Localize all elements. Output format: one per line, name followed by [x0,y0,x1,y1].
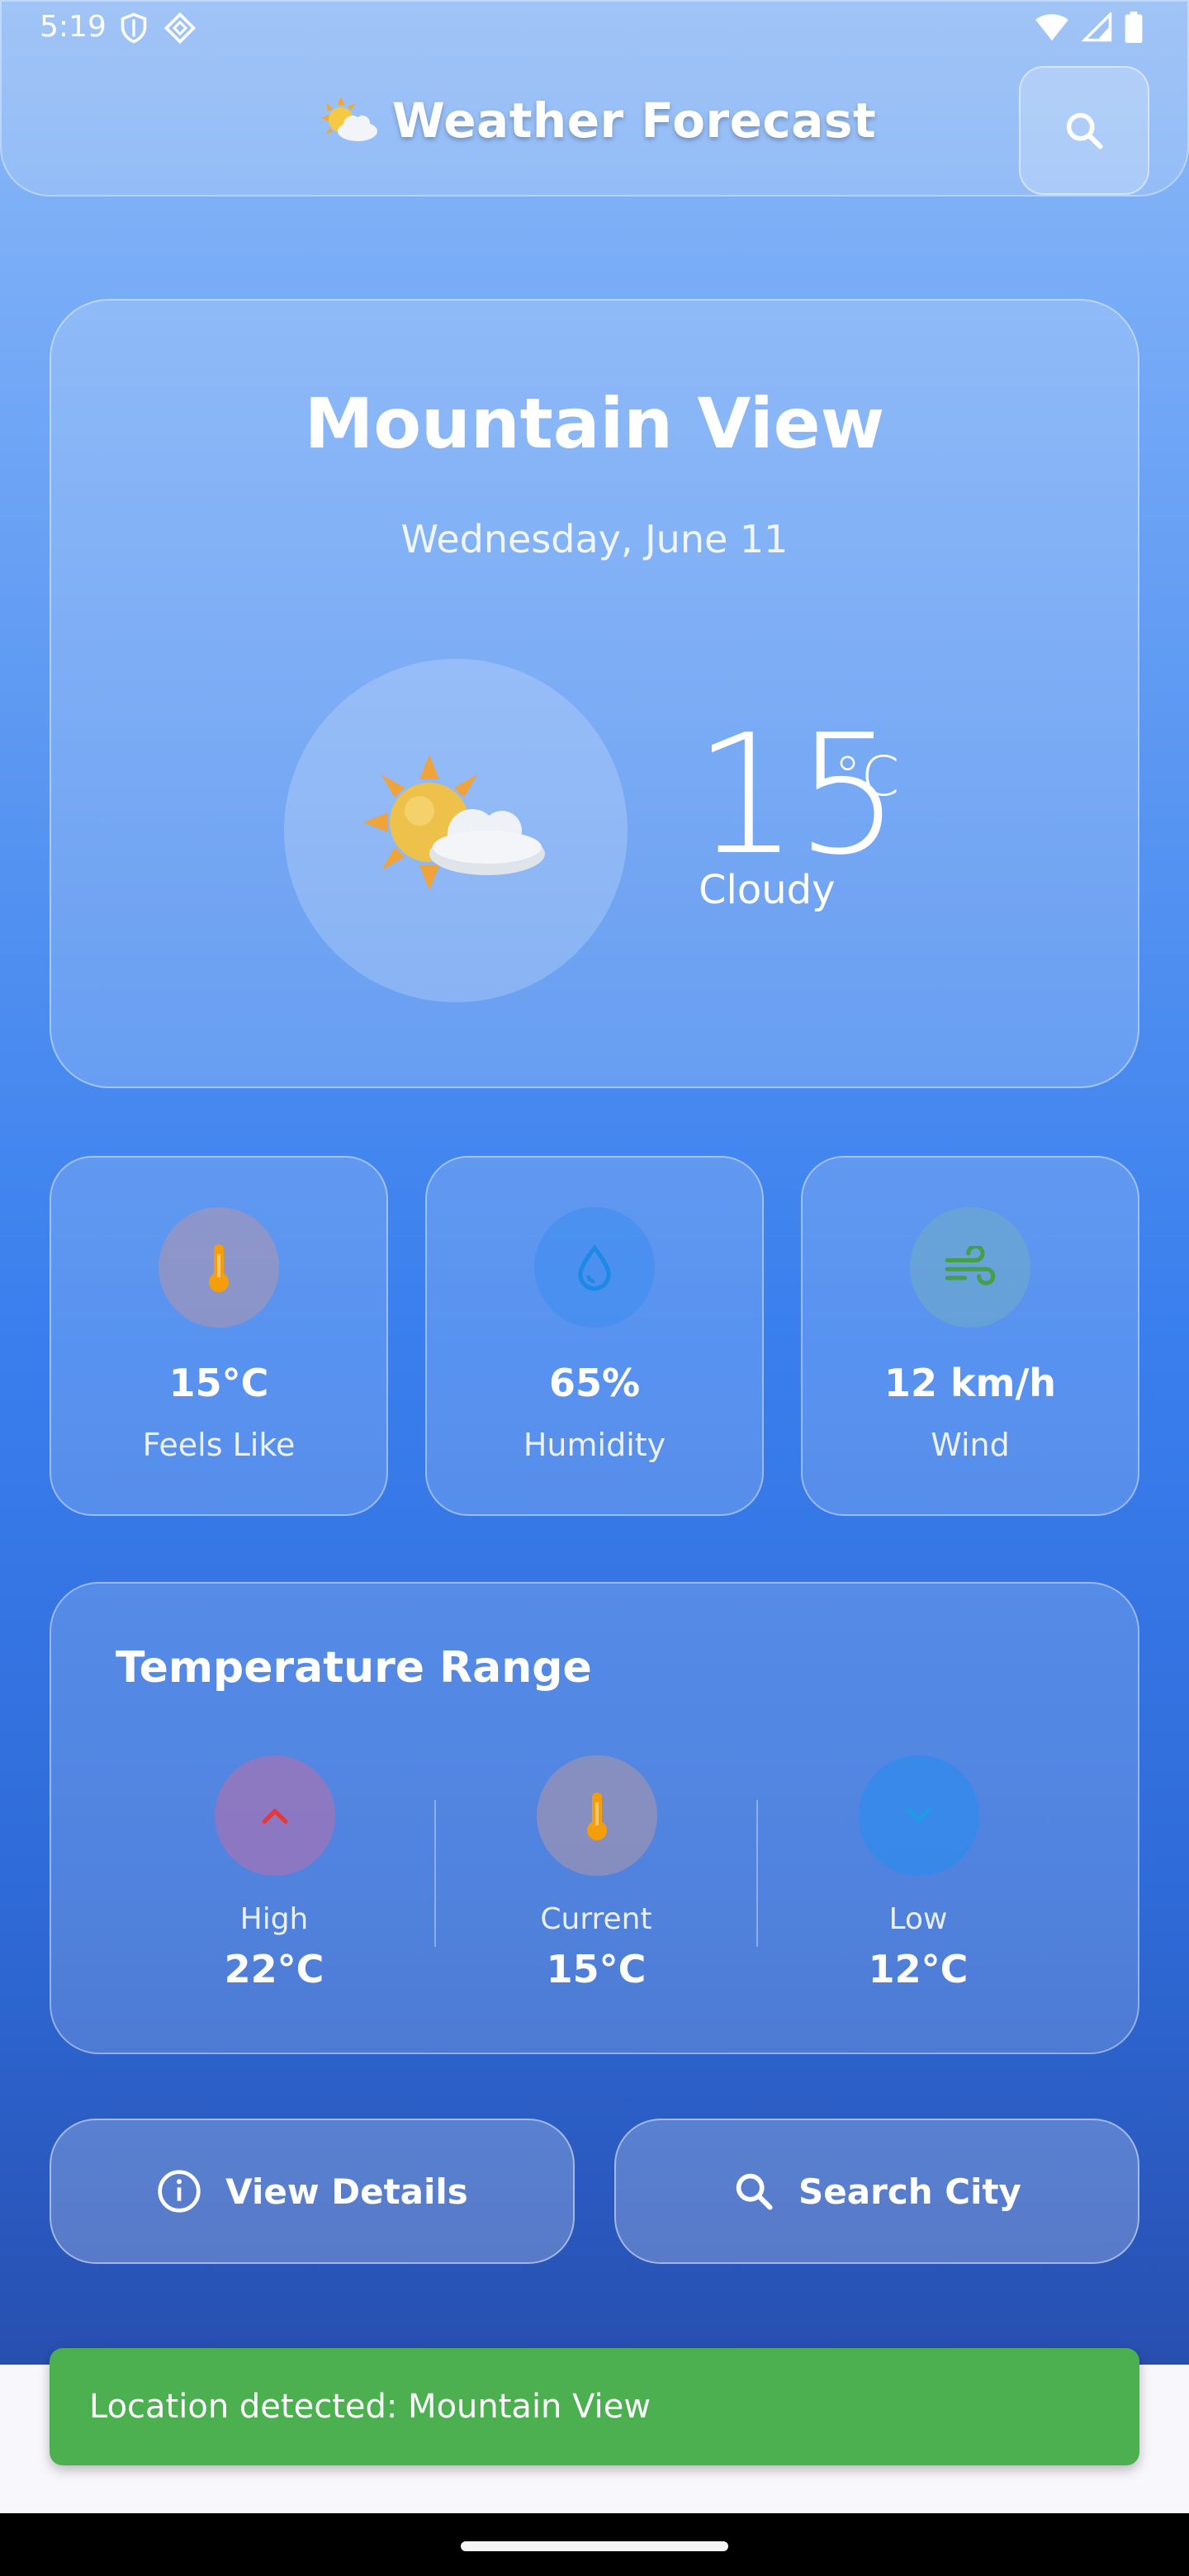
location-snackbar: Location detected: Mountain View [50,2348,1139,2465]
weather-condition: Cloudy [699,867,836,913]
chevron-down-icon [859,1755,979,1876]
current-weather-card: Mountain View Wednesday, June 11 15 °C C… [50,299,1139,1088]
status-time: 5:19 [40,10,107,44]
weather-icon-circle [284,659,628,1002]
range-current-label: Current [540,1902,652,1936]
search-icon [736,2173,773,2210]
wind-label: Wind [931,1427,1010,1463]
app-title-text: Weather Forecast [391,92,877,149]
range-low-label: Low [888,1902,948,1936]
range-divider [756,1800,758,1947]
range-low-value: 12°C [868,1947,969,1991]
feels-like-card: 15°C Feels Like [50,1156,388,1516]
wifi-icon [1035,14,1068,41]
range-divider [434,1800,436,1947]
feels-like-value: 15°C [168,1361,269,1405]
search-icon [1066,112,1103,149]
sun-behind-cloud-icon [363,755,545,890]
view-details-label: View Details [225,2171,468,2212]
humidity-label: Humidity [523,1427,666,1463]
city-name: Mountain View [304,383,885,464]
sun-behind-cloud-icon [316,95,381,146]
feels-like-label: Feels Like [142,1427,296,1463]
home-gesture-handle[interactable] [461,2541,728,2551]
snackbar-message: Location detected: Mountain View [89,2388,651,2426]
temperature-range-card: Temperature Range High 22°C Current 15°C [50,1582,1139,2054]
range-high-label: High [239,1902,309,1936]
view-details-button[interactable]: View Details [50,2119,575,2264]
humidity-value: 65% [548,1361,641,1405]
status-bar: 5:19 [0,0,1189,59]
chevron-up-icon [215,1755,335,1876]
range-current-value: 15°C [546,1947,647,1991]
thermometer-icon [537,1755,657,1876]
app-screen: Weather Forecast 5:19 Mountain View Wedn… [0,0,1189,2365]
wind-icon [910,1207,1030,1328]
app-title: Weather Forecast [2,92,1189,149]
range-high-value: 22°C [224,1947,324,1991]
thermometer-icon [159,1207,279,1328]
humidity-card: 65% Humidity [425,1156,764,1516]
temperature-range-title: Temperature Range [116,1643,592,1693]
search-button[interactable] [1019,66,1149,195]
temperature-unit: °C [834,745,900,808]
battery-icon [1125,12,1143,43]
wind-card: 12 km/h Wind [801,1156,1139,1516]
wind-value: 12 km/h [883,1361,1057,1405]
info-icon [158,2170,201,2213]
vpn-diamond-icon [163,12,197,45]
water-drop-icon [534,1207,655,1328]
shield-icon [121,12,147,44]
signal-icon [1082,12,1112,42]
search-city-label: Search City [798,2171,1021,2212]
search-city-button[interactable]: Search City [614,2119,1139,2264]
current-date: Wednesday, June 11 [400,517,789,561]
